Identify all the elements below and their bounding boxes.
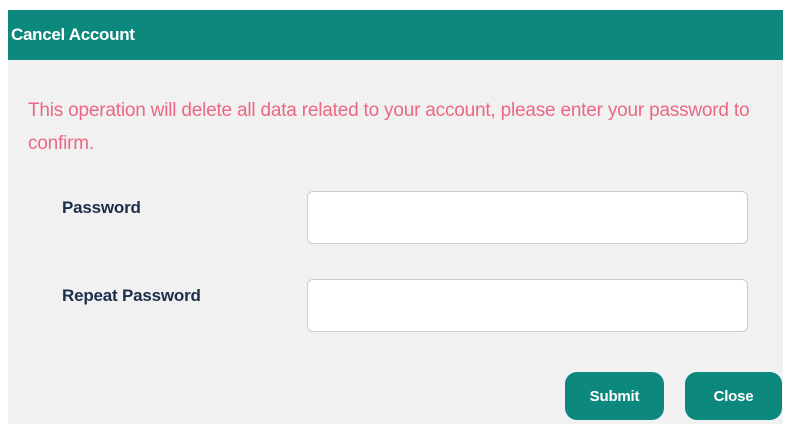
warning-message: This operation will delete all data rela…: [28, 100, 750, 154]
close-button[interactable]: Close: [685, 372, 782, 420]
dialog-title: Cancel Account: [11, 25, 135, 44]
password-label: Password: [62, 198, 141, 217]
password-input[interactable]: [307, 191, 748, 244]
repeat-password-label: Repeat Password: [62, 286, 201, 305]
submit-button[interactable]: Submit: [565, 372, 664, 420]
cancel-account-dialog: Cancel Account This operation will delet…: [8, 10, 783, 424]
repeat-password-input[interactable]: [307, 279, 748, 332]
dialog-header: Cancel Account: [8, 10, 783, 60]
